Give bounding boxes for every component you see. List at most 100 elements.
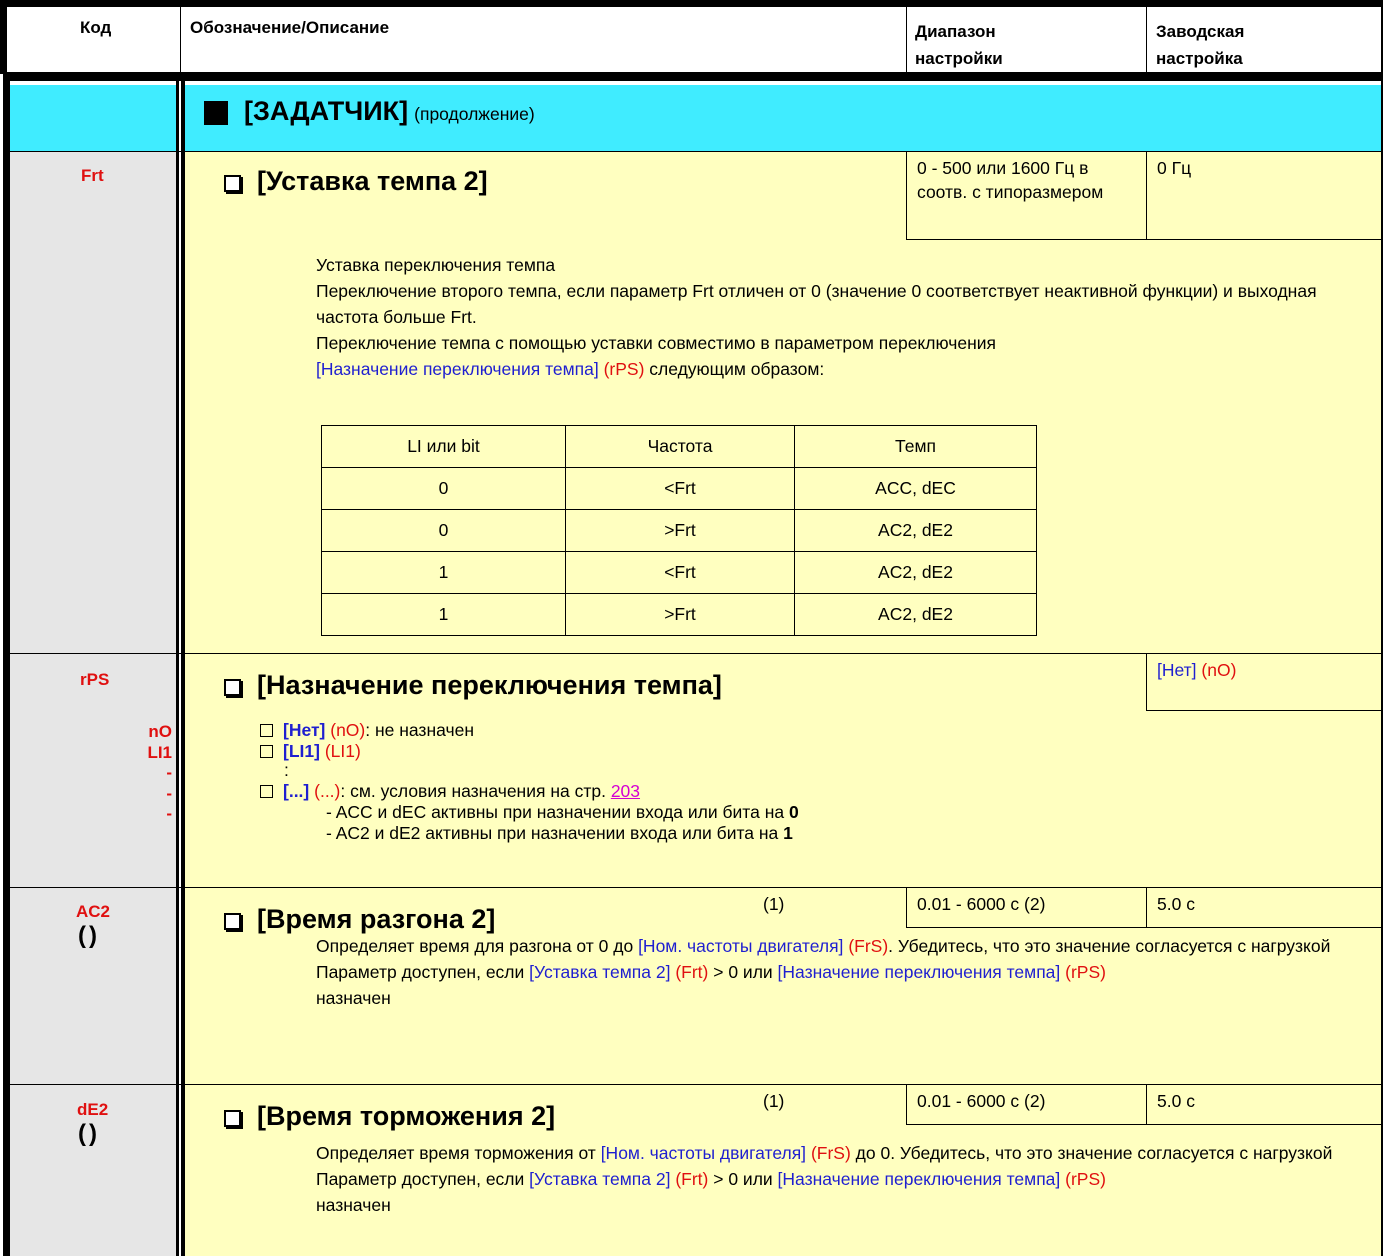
table-cell: 1	[321, 551, 566, 594]
ac2-range: 0.01 - 6000 с (2)	[906, 888, 1147, 928]
frt-line4-rest: следующим образом:	[644, 359, 825, 379]
header-range: Диапазон настройки	[915, 22, 1003, 68]
section-header-code-bg	[10, 85, 176, 152]
frt-code-ref: (Frt)	[675, 962, 709, 982]
ac2-desc-line2: Параметр доступен, если [Уставка темпа 2…	[316, 959, 1378, 985]
ramp-switch-table: LI или bit Частота Темп 0 <Frt ACC, dEC …	[321, 425, 1037, 636]
table-row: 1 <Frt AC2, dE2	[321, 551, 1037, 594]
table-cell: AC2, dE2	[794, 551, 1037, 594]
page-203-link[interactable]: 203	[611, 781, 640, 801]
ac2-d2a: Параметр доступен, если	[316, 962, 530, 982]
de2-code: dE2	[77, 1100, 109, 1119]
table-header-cell: Темп	[794, 425, 1037, 468]
frt-code: Frt	[81, 166, 104, 185]
option-li1-code: (LI1)	[324, 741, 361, 761]
side-code: -	[166, 763, 172, 782]
checkbox-icon	[224, 679, 241, 697]
rps-link[interactable]: [Назначение переключения темпа]	[778, 962, 1061, 982]
table-header-row: LI или bit Частота Темп	[321, 425, 1037, 468]
option-square-icon	[260, 723, 273, 737]
de2-default: 5.0 с	[1146, 1085, 1381, 1125]
frt-link[interactable]: [Уставка темпа 2]	[529, 962, 670, 982]
header-sep-1	[180, 7, 181, 73]
side-code: LI1	[147, 742, 172, 762]
de2-title: [Время торможения 2]	[224, 1101, 555, 1132]
top-border	[0, 0, 1383, 7]
rps-options: [Нет] (nO): не назначен [LI1] (LI1) : [.…	[260, 721, 1160, 845]
frs-link[interactable]: [Ном. частоты двигателя]	[638, 936, 843, 956]
option-li1: [LI1] (LI1)	[260, 742, 1160, 763]
ac2-code: AC2	[76, 902, 111, 921]
option-no-name: [Нет]	[283, 720, 326, 740]
option-more: [...] (...): см. условия назначения на с…	[260, 782, 1160, 803]
table-cell: 0	[321, 509, 566, 552]
left-border	[0, 0, 7, 74]
rps-side-codes: nO LI1 - - -	[90, 722, 172, 825]
frt-line2: Переключение второго темпа, если парамет…	[316, 281, 1317, 327]
section-suffix: (продолжение)	[414, 104, 535, 124]
side-code: nO	[148, 722, 172, 741]
rps-title: [Назначение переключения темпа]	[224, 670, 722, 701]
frs-code-ref: (FrS)	[810, 1143, 851, 1163]
checkbox-icon	[224, 175, 241, 193]
rps-link[interactable]: [Назначение переключения темпа]	[316, 359, 599, 379]
option-square-icon	[260, 744, 273, 758]
section-square-icon	[204, 100, 228, 125]
rps-note-2: - AC2 и dE2 активны при назначении входа…	[260, 824, 1160, 845]
option-no-code: (nO)	[330, 720, 366, 740]
section-title: [ЗАДАТЧИК] (продолжение)	[204, 96, 535, 128]
code-column-divider-gap	[179, 81, 181, 1256]
rps-link[interactable]: [Назначение переключения темпа]	[778, 1169, 1061, 1189]
de2-desc-line1: Определяет время торможения от [Ном. час…	[316, 1140, 1378, 1166]
frt-name: [Уставка темпа 2]	[257, 166, 488, 196]
ac2-icon: ()	[78, 922, 100, 949]
table-row: 0 >Frt AC2, dE2	[321, 509, 1037, 552]
de2-d1b: до 0. Убедитесь, что это значение соглас…	[850, 1143, 1333, 1163]
table-cell: >Frt	[565, 593, 795, 636]
table-cell: 1	[321, 593, 566, 636]
side-code: -	[166, 783, 172, 803]
option-square-icon	[260, 784, 273, 798]
rps-note-1: - ACC и dEC активны при назначении входа…	[260, 803, 1160, 824]
rps-note-1-text: - ACC и dEC активны при назначении входа…	[326, 802, 789, 822]
frt-title: [Уставка темпа 2]	[224, 166, 488, 197]
de2-name: [Время торможения 2]	[257, 1101, 556, 1131]
frt-link[interactable]: [Уставка темпа 2]	[529, 1169, 670, 1189]
frs-link[interactable]: [Ном. частоты двигателя]	[601, 1143, 806, 1163]
rps-code: rPS	[80, 670, 110, 689]
de2-range: 0.01 - 6000 с (2)	[906, 1085, 1147, 1125]
ac2-d1b: . Убедитесь, что это значение согласуетс…	[888, 936, 1331, 956]
ac2-description: Определяет время для разгона от 0 до [Но…	[316, 933, 1378, 1011]
de2-desc-line2: Параметр доступен, если [Уставка темпа 2…	[316, 1166, 1378, 1192]
rps-default-code: (nO)	[1201, 660, 1237, 680]
ac2-title: [Время разгона 2]	[224, 904, 495, 935]
table-header-cell: LI или bit	[321, 425, 566, 468]
header-code: Код	[80, 18, 112, 37]
table-row: 1 >Frt AC2, dE2	[321, 593, 1037, 636]
frs-code-ref: (FrS)	[848, 936, 889, 956]
option-no-rest: : не назначен	[365, 720, 474, 740]
rps-code-ref: (rPS)	[603, 359, 645, 379]
de2-d1a: Определяет время торможения от	[316, 1143, 601, 1163]
rps-name: [Назначение переключения темпа]	[257, 670, 722, 700]
frt-description: Уставка переключения темпа Переключение …	[316, 252, 1378, 382]
checkbox-icon	[224, 1110, 241, 1128]
rps-note-1-value: 0	[788, 802, 799, 822]
table-cell: <Frt	[565, 467, 795, 510]
option-more-name: [...]	[283, 781, 310, 801]
rps-default-name: [Нет]	[1157, 660, 1197, 680]
frt-line1: Уставка переключения темпа	[316, 255, 556, 275]
de2-d2a: Параметр доступен, если	[316, 1169, 530, 1189]
code-column-bg	[10, 152, 176, 1256]
table-row: 0 <Frt ACC, dEC	[321, 467, 1037, 510]
option-more-rest: : см. условия назначения на стр.	[340, 781, 611, 801]
section-title-text: [ЗАДАТЧИК]	[244, 96, 409, 126]
table-cell: <Frt	[565, 551, 795, 594]
rps-code-ref: (rPS)	[1065, 1169, 1106, 1189]
header-default: Заводская настройка	[1156, 22, 1245, 68]
ac2-footnote: (1)	[763, 894, 785, 914]
ac2-name: [Время разгона 2]	[257, 904, 496, 934]
ac2-desc-line3: назначен	[316, 988, 391, 1008]
ac2-default: 5.0 с	[1146, 888, 1381, 928]
table-cell: 0	[321, 467, 566, 510]
